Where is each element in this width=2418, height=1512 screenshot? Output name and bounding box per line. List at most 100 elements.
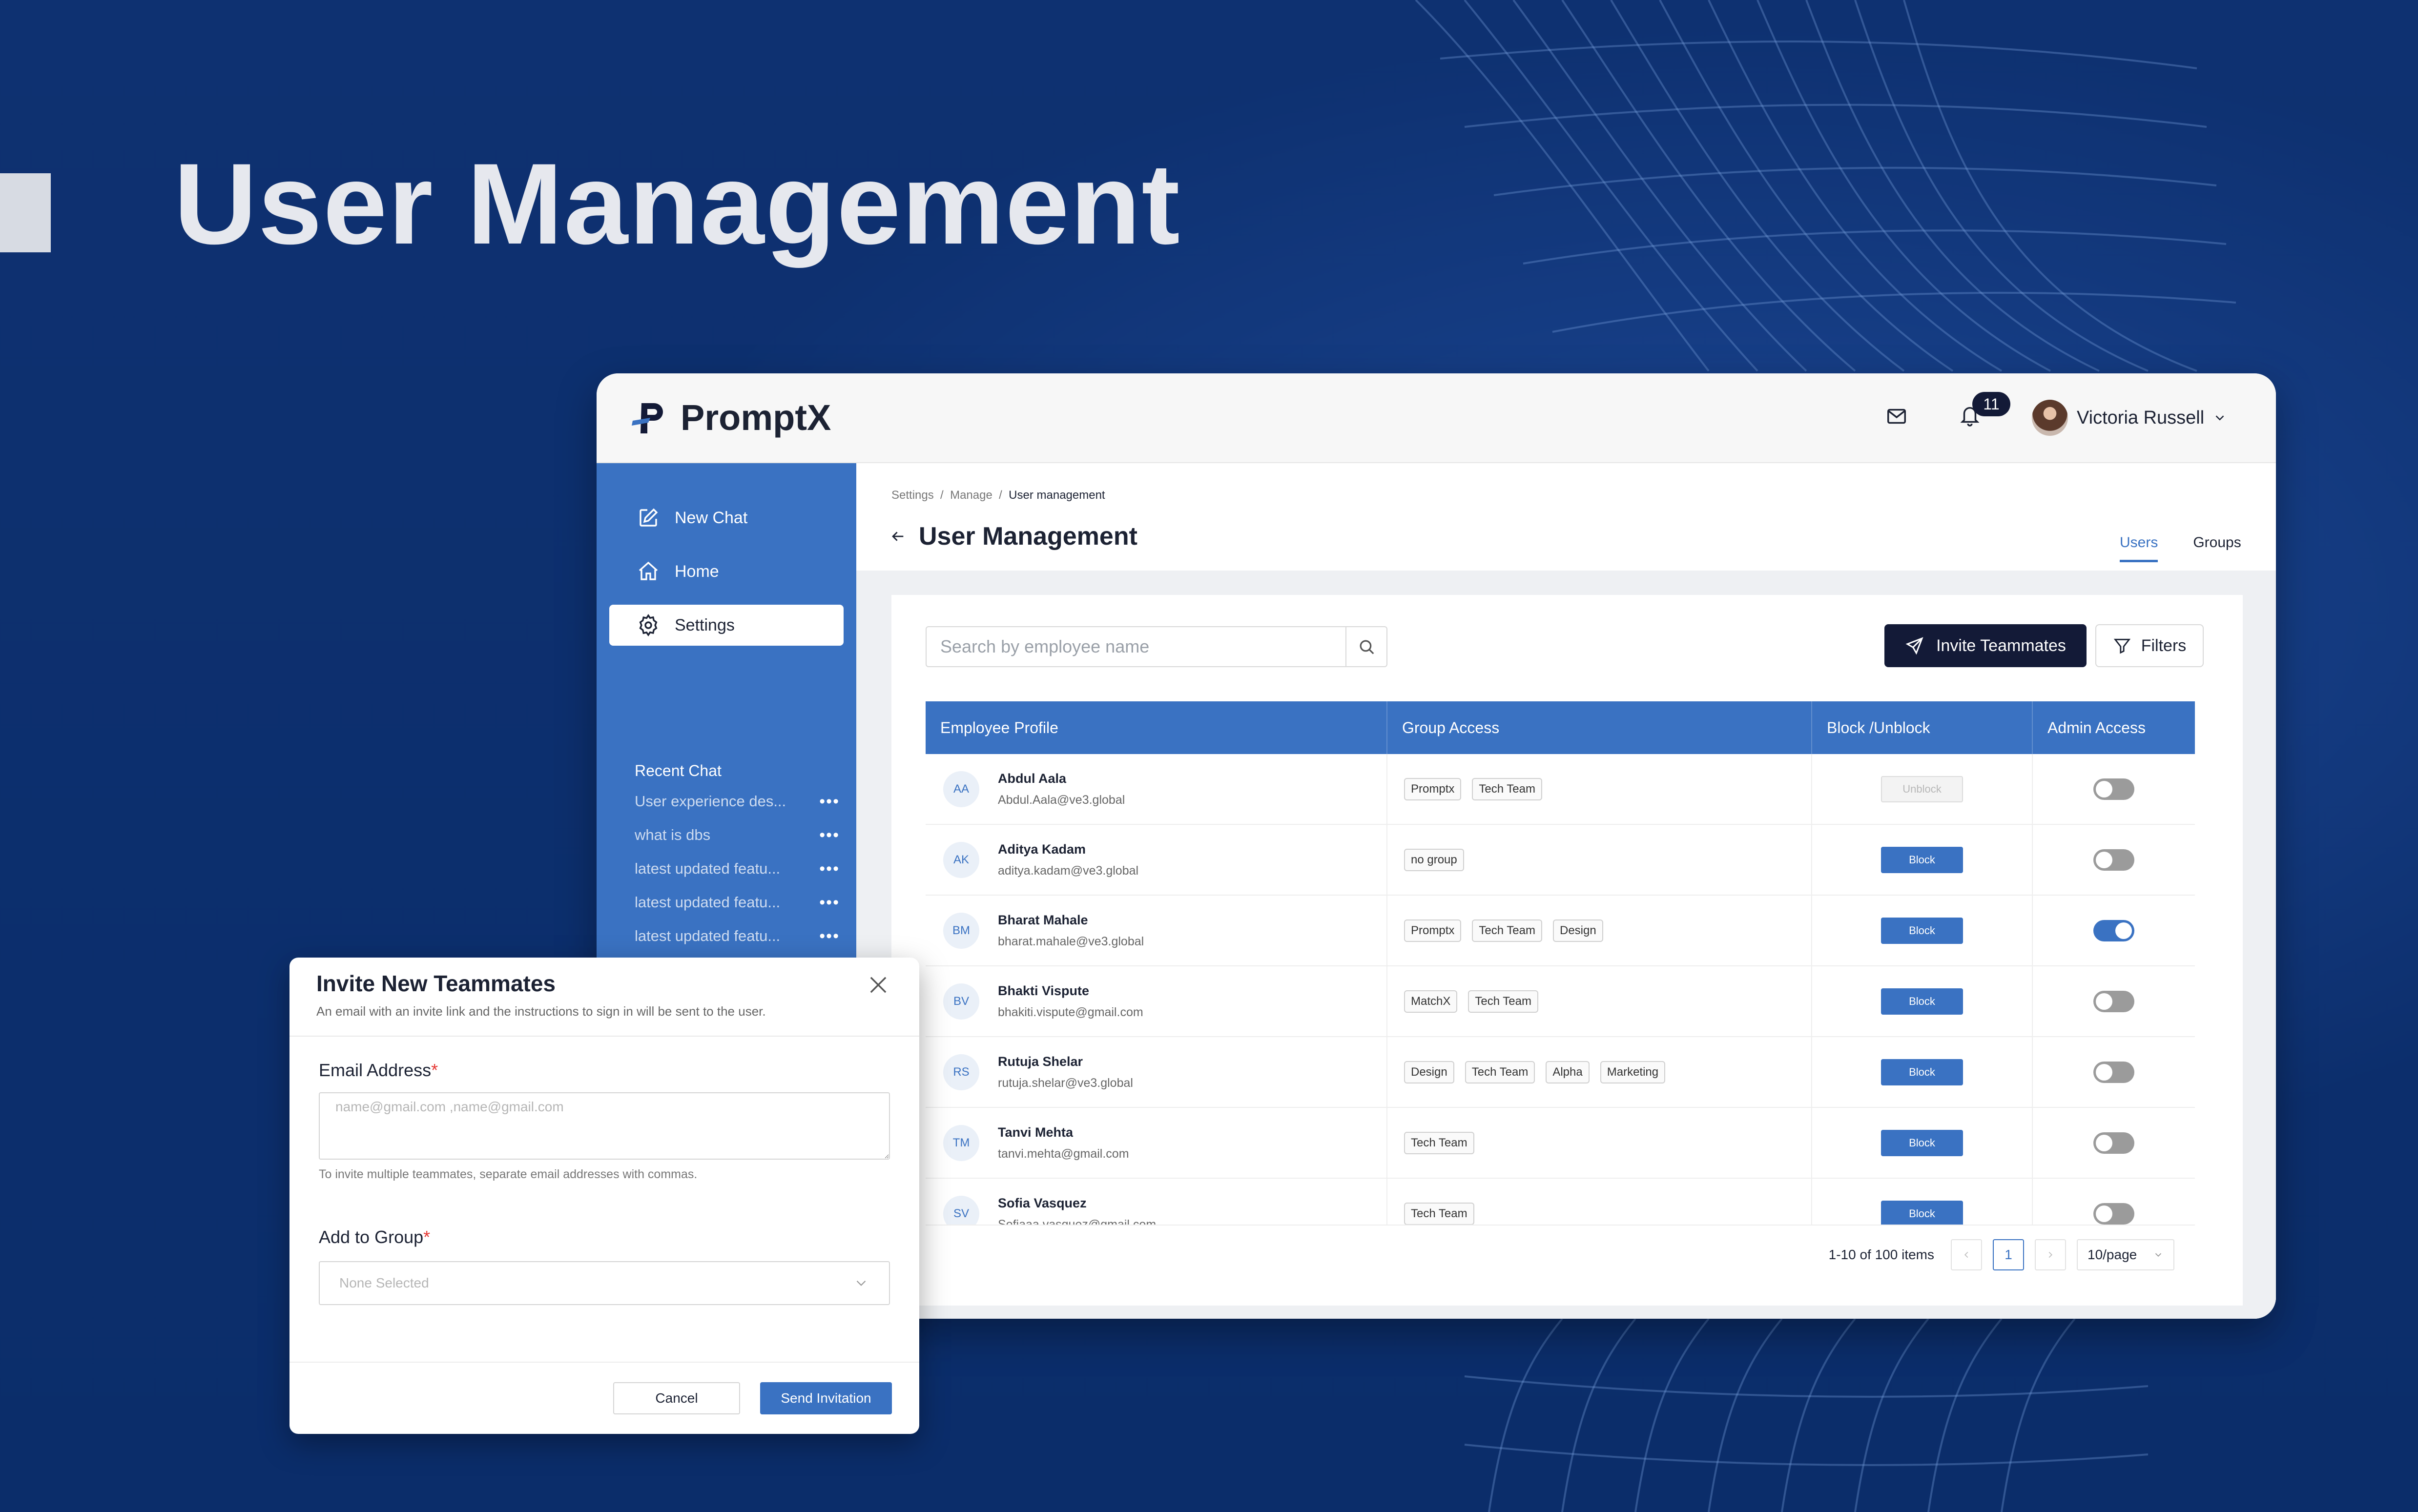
column-header-employee[interactable]: Employee Profile <box>926 701 1387 754</box>
block-button[interactable]: Block <box>1881 917 1963 944</box>
recent-chat-item[interactable]: latest updated featu... ••• <box>635 924 840 948</box>
block-button[interactable]: Block <box>1881 1200 1963 1226</box>
tab-users[interactable]: Users <box>2120 534 2158 562</box>
block-button[interactable]: Block <box>1881 988 1963 1015</box>
search-input[interactable] <box>927 627 1345 666</box>
employee-cell: BM Bharat Mahale bharat.mahale@ve3.globa… <box>926 896 1387 965</box>
email-field[interactable] <box>319 1092 890 1160</box>
unblock-button[interactable]: Unblock <box>1881 776 1963 802</box>
new-chat-icon <box>640 508 658 527</box>
admin-access-toggle[interactable] <box>2093 1132 2134 1154</box>
more-icon[interactable]: ••• <box>819 893 840 912</box>
recent-chat-item[interactable]: what is dbs ••• <box>635 823 840 847</box>
next-page-button[interactable] <box>2035 1239 2066 1270</box>
more-icon[interactable]: ••• <box>819 927 840 946</box>
recent-chat-item[interactable]: latest updated featu... ••• <box>635 857 840 881</box>
employee-name: Bharat Mahale <box>998 912 1088 927</box>
sidebar-item-new-chat[interactable]: New Chat <box>609 497 844 538</box>
group-chip: Tech Team <box>1404 1202 1474 1225</box>
admin-access-toggle[interactable] <box>2093 1061 2134 1083</box>
filters-label: Filters <box>2141 636 2187 655</box>
recent-chat-item[interactable]: latest updated featu... ••• <box>635 890 840 915</box>
send-invitation-button[interactable]: Send Invitation <box>760 1382 892 1414</box>
hero-accent-bar <box>0 173 51 252</box>
employee-info: Abdul Aala Abdul.Aala@ve3.global <box>998 771 1125 807</box>
employee-info: Aditya Kadam aditya.kadam@ve3.global <box>998 842 1138 878</box>
initials-avatar: TM <box>943 1124 979 1161</box>
users-table: Employee Profile Group Access Block /Unb… <box>926 701 2195 1226</box>
invite-teammates-label: Invite Teammates <box>1936 636 2066 655</box>
logo[interactable]: PromptX <box>631 397 831 438</box>
block-cell: Block <box>1812 1108 2033 1178</box>
group-chip: Alpha <box>1546 1061 1590 1083</box>
initials-avatar: BM <box>943 912 979 949</box>
breadcrumb: Settings / Manage / User management <box>891 489 1105 502</box>
chevron-right-icon <box>2048 1251 2053 1258</box>
page-button[interactable]: 1 <box>1993 1239 2024 1270</box>
employee-info: Sofia Vasquez Sofiaaa.vasquez@gmail.com <box>998 1196 1156 1226</box>
email-hint: To invite multiple teammates, separate e… <box>319 1167 698 1181</box>
admin-access-cell <box>2033 966 2195 1036</box>
column-header-group-access[interactable]: Group Access <box>1387 701 1812 754</box>
employee-cell: SV Sofia Vasquez Sofiaaa.vasquez@gmail.c… <box>926 1179 1387 1226</box>
admin-access-toggle[interactable] <box>2093 778 2134 800</box>
employee-cell: AA Abdul Aala Abdul.Aala@ve3.global <box>926 754 1387 824</box>
group-select[interactable]: None Selected <box>319 1261 890 1305</box>
chevron-down-icon <box>856 1280 866 1286</box>
more-icon[interactable]: ••• <box>819 826 840 845</box>
employee-email: rutuja.shelar@ve3.global <box>998 1076 1133 1090</box>
chevron-down-icon <box>2155 1253 2162 1257</box>
column-header-block[interactable]: Block /Unblock <box>1812 701 2033 754</box>
breadcrumb-item[interactable]: Settings <box>891 489 934 502</box>
sidebar-item-settings[interactable]: Settings <box>609 605 844 646</box>
admin-access-toggle[interactable] <box>2093 990 2134 1012</box>
block-button[interactable]: Block <box>1881 846 1963 873</box>
block-button[interactable]: Block <box>1881 1129 1963 1156</box>
group-access-cell: Design Tech Team Alpha Marketing <box>1387 1037 1812 1107</box>
admin-access-cell <box>2033 1179 2195 1226</box>
sidebar-item-label: Home <box>675 562 719 581</box>
avatar[interactable] <box>2032 400 2068 436</box>
user-name[interactable]: Victoria Russell <box>2077 408 2204 429</box>
home-icon <box>639 561 658 580</box>
group-access-cell: MatchX Tech Team <box>1387 966 1812 1036</box>
block-cell: Block <box>1812 1037 2033 1107</box>
cancel-button[interactable]: Cancel <box>613 1382 740 1414</box>
admin-access-toggle[interactable] <box>2093 919 2134 941</box>
group-label: Add to Group* <box>319 1227 431 1247</box>
initials-avatar: RS <box>943 1054 979 1090</box>
column-header-admin[interactable]: Admin Access <box>2033 701 2195 754</box>
group-access-cell: Promptx Tech Team <box>1387 754 1812 824</box>
admin-access-toggle[interactable] <box>2093 849 2134 871</box>
group-chip: Tech Team <box>1472 919 1542 942</box>
table-row: TM Tanvi Mehta tanvi.mehta@gmail.com Tec… <box>926 1108 2195 1179</box>
employee-email: aditya.kadam@ve3.global <box>998 863 1139 878</box>
employee-name: Sofia Vasquez <box>998 1195 1087 1210</box>
prev-page-button[interactable] <box>1951 1239 1982 1270</box>
admin-access-toggle[interactable] <box>2093 1203 2134 1225</box>
filters-button[interactable]: Filters <box>2095 624 2204 667</box>
page-size-select[interactable]: 10/page <box>2077 1239 2174 1270</box>
tab-groups[interactable]: Groups <box>2193 534 2241 562</box>
block-button[interactable]: Block <box>1881 1059 1963 1085</box>
group-access-cell: no group <box>1387 825 1812 895</box>
modal-subtitle: An email with an invite link and the ins… <box>316 1004 766 1019</box>
search-box <box>926 626 1387 667</box>
employee-name: Tanvi Mehta <box>998 1124 1074 1140</box>
employee-cell: RS Rutuja Shelar rutuja.shelar@ve3.globa… <box>926 1037 1387 1107</box>
breadcrumb-item[interactable]: Manage <box>950 489 992 502</box>
back-arrow-icon[interactable] <box>889 528 906 545</box>
sidebar-item-home[interactable]: Home <box>609 551 844 592</box>
chevron-down-icon[interactable] <box>2212 410 2227 428</box>
group-chip: Tech Team <box>1472 777 1542 800</box>
employee-email: Abdul.Aala@ve3.global <box>998 793 1125 807</box>
more-icon[interactable]: ••• <box>819 859 840 879</box>
recent-chat-item[interactable]: User experience des... ••• <box>635 789 840 814</box>
more-icon[interactable]: ••• <box>819 792 840 811</box>
table-header: Employee Profile Group Access Block /Unb… <box>926 701 2195 754</box>
search-button[interactable] <box>1345 627 1386 666</box>
mail-icon[interactable] <box>1885 405 1908 430</box>
invite-teammates-button[interactable]: Invite Teammates <box>1884 624 2087 667</box>
table-row: BM Bharat Mahale bharat.mahale@ve3.globa… <box>926 896 2195 966</box>
close-icon[interactable] <box>866 972 891 1000</box>
